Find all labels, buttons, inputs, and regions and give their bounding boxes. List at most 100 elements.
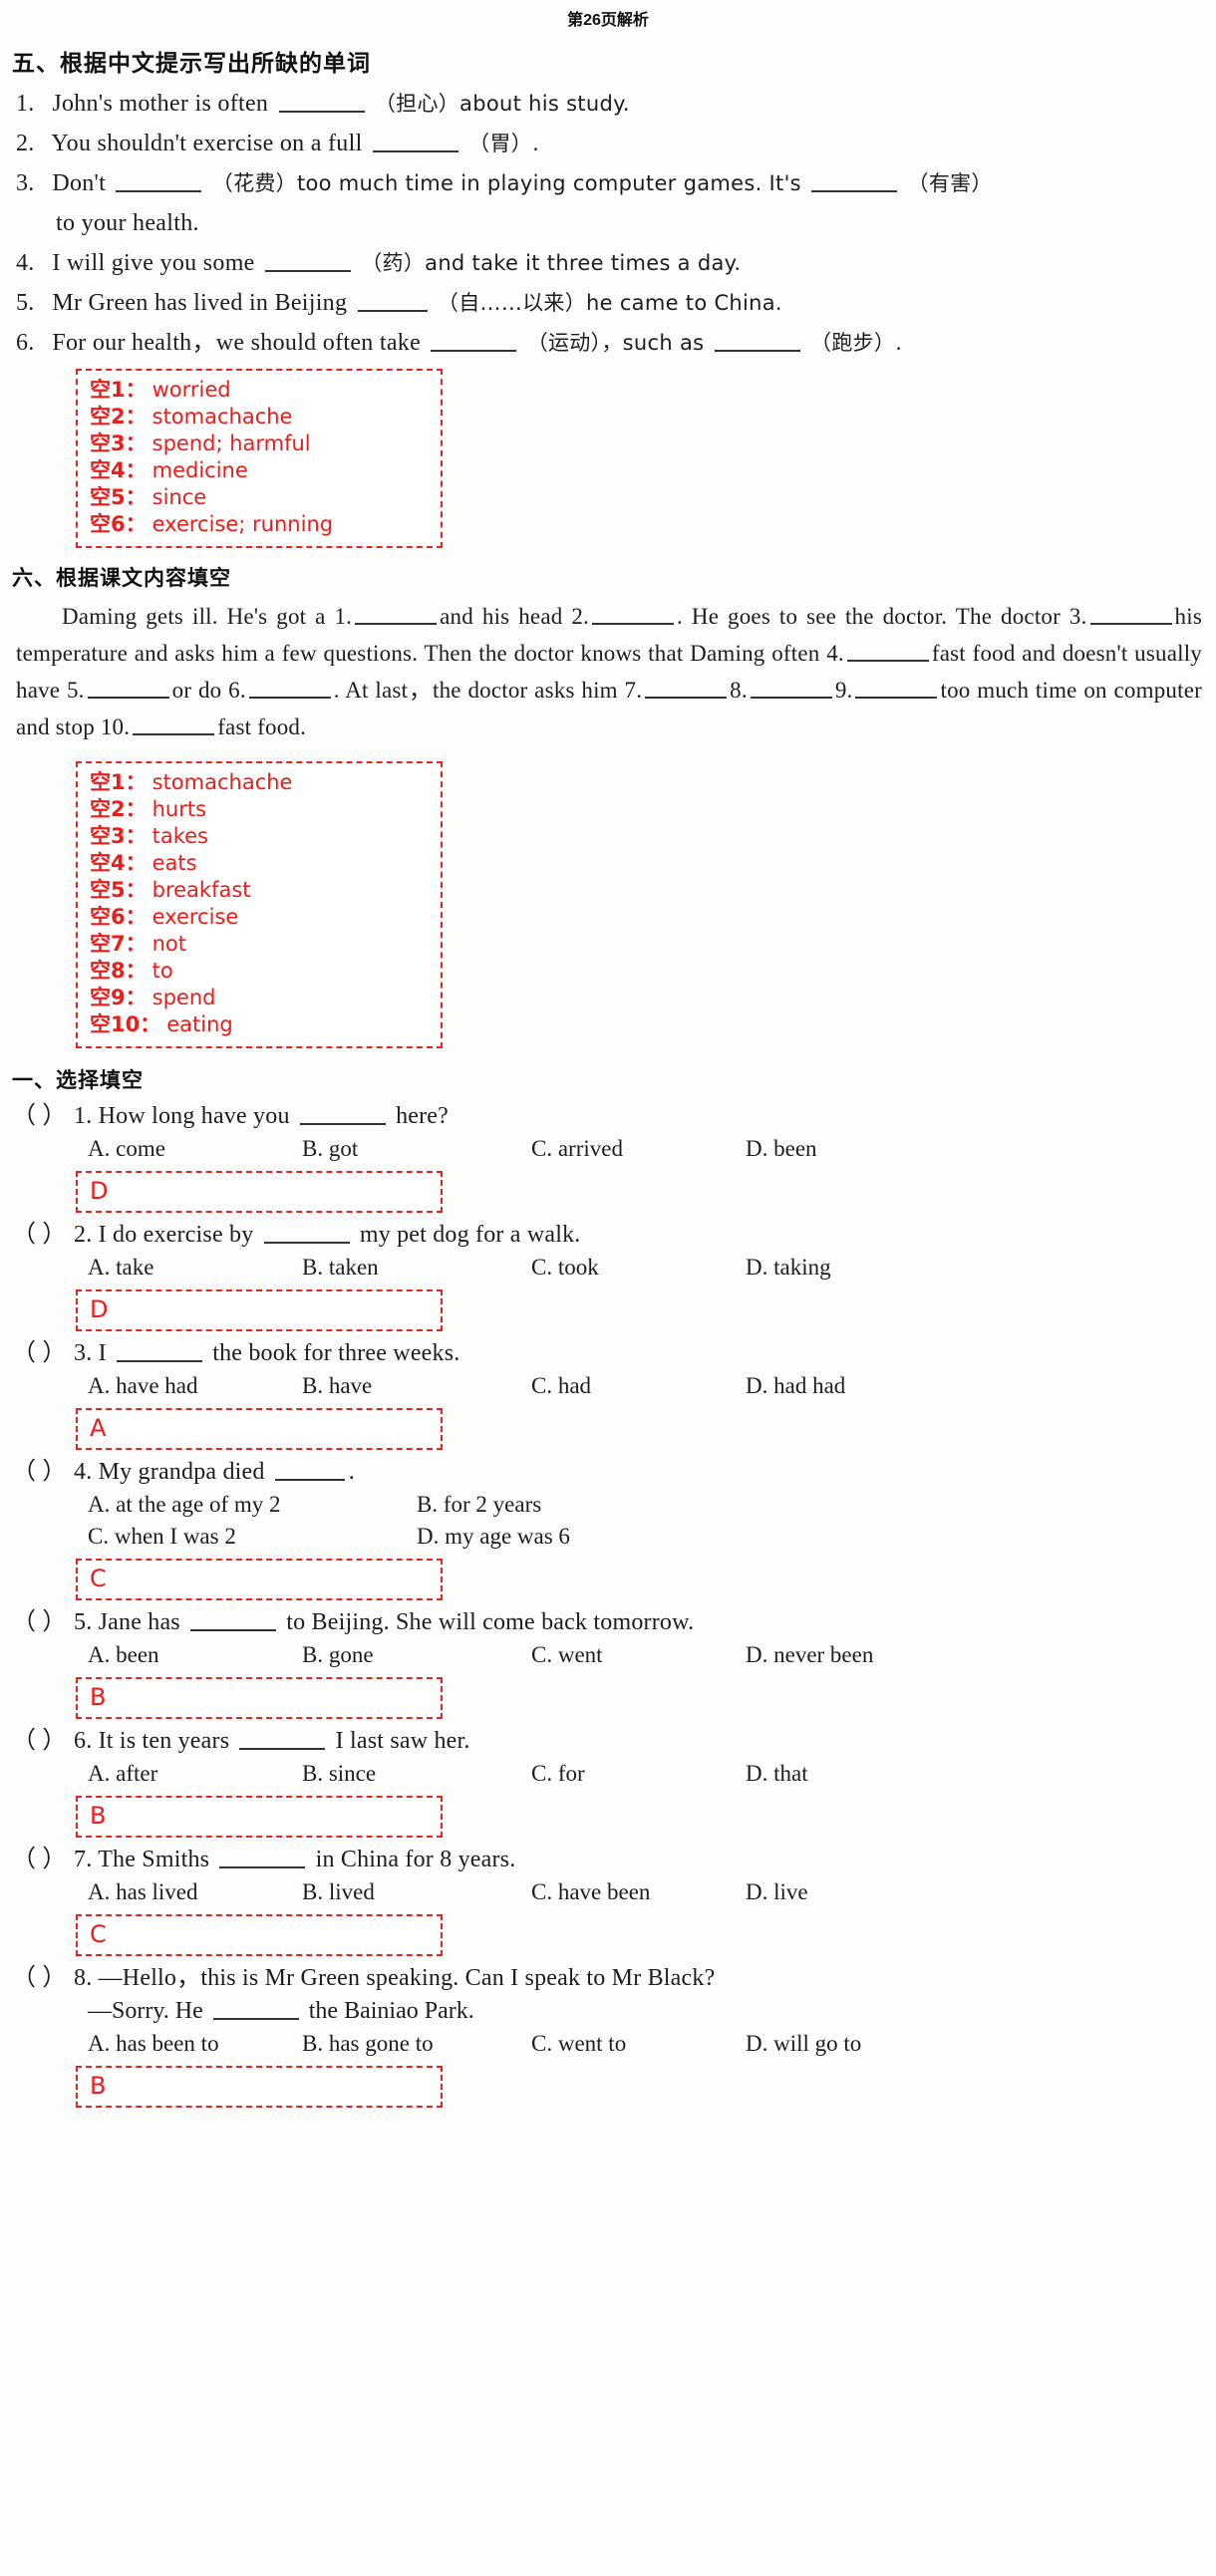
item-text-pre: Don't bbox=[52, 170, 107, 196]
item-number: 6. bbox=[16, 330, 35, 356]
item-number: 2. bbox=[16, 131, 35, 156]
fill-blank bbox=[116, 172, 202, 192]
mc-text-pre: How long have you bbox=[98, 1103, 290, 1129]
answer-box-mc: C bbox=[76, 1559, 443, 1600]
answer-value: stomachache bbox=[152, 770, 293, 794]
mc-number: 2. bbox=[74, 1222, 93, 1248]
item-text-pre: Mr Green has lived in Beijing bbox=[52, 290, 348, 316]
mc-text-post: to Beijing. She will come back tomorrow. bbox=[286, 1609, 695, 1635]
mc-text-pre: Jane has bbox=[98, 1609, 180, 1635]
item-text-pre: John's mother is often bbox=[52, 91, 269, 117]
fill-blank bbox=[239, 1730, 326, 1750]
item-text-mid: （运动），such as bbox=[526, 331, 705, 355]
mc-text-pre: My grandpa died bbox=[98, 1459, 265, 1485]
mc-number: 3. bbox=[74, 1340, 93, 1366]
mc-option: C. had bbox=[531, 1373, 592, 1398]
answer-row: 空6： exercise bbox=[90, 904, 431, 931]
answer-key: 空4： bbox=[90, 851, 147, 875]
mc-question: （ ） 8. —Hello，this is Mr Green speaking. … bbox=[12, 1962, 1216, 1995]
fill-blank bbox=[264, 252, 351, 272]
fill-blank bbox=[714, 332, 800, 352]
answer-value: eating bbox=[166, 1012, 233, 1036]
mc-option: B. for 2 years bbox=[417, 1492, 542, 1517]
answer-key: 空1： bbox=[90, 378, 147, 402]
cloze-text: . At last，the doctor asks him 7. bbox=[333, 678, 643, 703]
item-text-pre: I will give you some bbox=[52, 250, 255, 276]
item-text-post: （胃）. bbox=[468, 132, 540, 155]
answer-key: 空2： bbox=[90, 405, 147, 429]
item-number: 3. bbox=[16, 170, 35, 196]
mc-option: B. has gone to bbox=[302, 2031, 434, 2056]
mc-number: 1. bbox=[74, 1103, 93, 1129]
mc-options: A. have had B. have C. had D. had had bbox=[88, 1370, 1216, 1402]
answer-key: 空9： bbox=[90, 986, 147, 1009]
item-text-post: （药）and take it three times a day. bbox=[361, 251, 742, 275]
fill-blank bbox=[846, 644, 929, 662]
mc-option: D. my age was 6 bbox=[417, 1524, 570, 1549]
mc-bracket: （ ） bbox=[12, 1965, 67, 1991]
answer-box-mc: B bbox=[76, 1677, 443, 1719]
fill-blank bbox=[248, 681, 331, 699]
mc-options: A. come B. got C. arrived D. been bbox=[88, 1133, 1216, 1165]
fill-blank bbox=[355, 607, 438, 625]
answer-value: exercise; running bbox=[152, 512, 334, 536]
mc-text-post: in China for 8 years. bbox=[315, 1847, 516, 1872]
mc-answer-value: B bbox=[90, 1683, 107, 1711]
mc-question: （ ） 4. My grandpa died . bbox=[12, 1456, 1216, 1489]
answer-key: 空4： bbox=[90, 458, 147, 482]
section-six-heading: 六、根据课文内容填空 bbox=[12, 567, 231, 590]
mc-number: 6. bbox=[74, 1728, 93, 1754]
mc-options: A. take B. taken C. took D. taking bbox=[88, 1252, 1216, 1284]
answer-key: 空7： bbox=[90, 932, 147, 956]
question-item: 1. John's mother is often （担心）about his … bbox=[16, 84, 1216, 124]
mc-option: D. live bbox=[746, 1879, 808, 1904]
answer-row: 空1： worried bbox=[90, 377, 431, 404]
mc-text-post: my pet dog for a walk. bbox=[359, 1222, 581, 1248]
fill-blank bbox=[190, 1611, 277, 1631]
answer-value: spend; harmful bbox=[152, 431, 311, 455]
section-five-heading: 五、根据中文提示写出所缺的单词 bbox=[12, 50, 371, 76]
mc-text-post: here? bbox=[396, 1103, 450, 1129]
mc-dialogue-line-2: —Sorry. He the Bainiao Park. bbox=[88, 1995, 1216, 2028]
item-text-pre: You shouldn't exercise on a full bbox=[51, 131, 363, 156]
mc-text-post: the book for three weeks. bbox=[212, 1340, 460, 1366]
question-item: 3. Don't （花费）too much time in playing co… bbox=[16, 163, 1216, 203]
mc-option: A. take bbox=[88, 1255, 154, 1280]
mc-answer-value: D bbox=[90, 1295, 109, 1323]
answer-key: 空2： bbox=[90, 797, 147, 821]
question-item: 2. You shouldn't exercise on a full （胃）. bbox=[16, 124, 1216, 163]
fill-blank bbox=[855, 681, 938, 699]
mc-text-pre: It is ten years bbox=[98, 1728, 230, 1754]
answer-value: not bbox=[152, 932, 187, 956]
fill-blank bbox=[87, 681, 169, 699]
answer-key: 空8： bbox=[90, 959, 147, 983]
mc-bracket: （ ） bbox=[12, 1728, 67, 1754]
fill-blank bbox=[811, 172, 898, 192]
mc-options: A. has been to B. has gone to C. went to D.… bbox=[88, 2028, 1216, 2060]
question-item: 4. I will give you some （药）and take it t… bbox=[16, 243, 1216, 283]
answer-key: 空5： bbox=[90, 485, 147, 509]
fill-blank bbox=[592, 607, 675, 625]
answer-box-section-six: 空1： stomachache 空2： hurts 空3： takes 空4： eats… bbox=[76, 761, 443, 1048]
fill-blank bbox=[750, 681, 832, 699]
page-title: 第26页解析 bbox=[567, 12, 649, 29]
mc-question: （ ） 6. It is ten years I last saw her. bbox=[12, 1725, 1216, 1758]
fill-blank bbox=[1089, 607, 1172, 625]
answer-row: 空4： medicine bbox=[90, 457, 431, 484]
answer-key: 空6： bbox=[90, 905, 147, 929]
mc-options: A. after B. since C. for D. that bbox=[88, 1758, 1216, 1790]
answer-row: 空4： eats bbox=[90, 850, 431, 877]
mc-options: A. at the age of my 2 B. for 2 years bbox=[88, 1489, 1216, 1521]
mc-option: B. have bbox=[302, 1373, 373, 1398]
item-number: 1. bbox=[16, 91, 35, 117]
answer-row: 空9： spend bbox=[90, 985, 431, 1011]
mc-option: D. taking bbox=[746, 1255, 831, 1280]
answer-value: to bbox=[152, 959, 173, 983]
mc-option: A. has lived bbox=[88, 1879, 198, 1904]
mc-answer-value: B bbox=[90, 2072, 107, 2100]
mc-answer-value: D bbox=[90, 1177, 109, 1205]
mc-number: 7. bbox=[74, 1847, 93, 1872]
mc-option: B. gone bbox=[302, 1642, 374, 1667]
cloze-text: and his head 2. bbox=[440, 604, 590, 629]
answer-value: spend bbox=[152, 986, 216, 1009]
